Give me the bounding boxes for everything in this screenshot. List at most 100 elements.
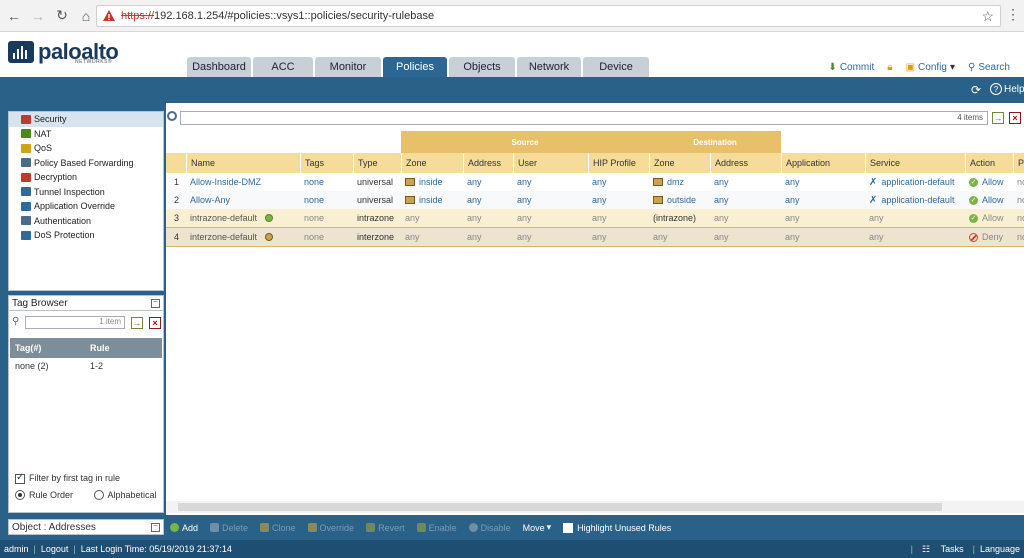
destination-address: any [714,213,729,223]
rule-name[interactable]: intrazone-default [186,209,300,227]
tab-dashboard[interactable]: Dashboard [187,57,251,77]
table-row[interactable]: 4 interzone-default none interzone any a… [166,227,1024,247]
refresh-icon[interactable]: ⟳ [969,83,983,97]
col-destination-zone[interactable]: Zone [649,153,710,173]
action-text: Allow [982,177,1004,187]
override-button[interactable]: Override [307,523,354,533]
radio-rule-order[interactable] [15,490,25,501]
source-address: any [467,232,482,242]
col-tag[interactable]: Tag(#) [10,338,85,358]
col-service[interactable]: Service [865,153,965,173]
revert-button[interactable]: Revert [366,523,405,533]
col-application[interactable]: Application [781,153,865,173]
tab-policies[interactable]: Policies [383,57,447,77]
col-hip-profile[interactable]: HIP Profile [588,153,649,173]
rule-name[interactable]: Allow-Inside-DMZ [186,173,300,191]
service-icon: ✗ [869,176,878,188]
rule-tags: none [304,195,325,205]
clear-filter-icon[interactable]: × [1009,112,1021,124]
filter-first-tag-option[interactable]: Filter by first tag in rule [15,472,163,484]
col-profile[interactable]: P [1013,153,1024,173]
table-row[interactable]: 3 intrazone-default none intrazone any a… [166,209,1024,227]
delete-button[interactable]: Delete [210,523,248,533]
service: any [869,232,884,242]
checkbox[interactable] [15,472,25,484]
sidebar-item-pbf[interactable]: Policy Based Forwarding [9,156,163,171]
sidebar-item-tunnel[interactable]: Tunnel Inspection [9,185,163,200]
rule-tags: none [304,232,325,242]
tab-device[interactable]: Device [583,57,649,77]
tag-search-input[interactable]: 1 item [25,316,125,329]
clear-filter-icon[interactable]: × [149,316,161,329]
application: any [785,195,800,205]
table-row[interactable]: none (2) 1-2 [10,358,162,374]
zone-icon [405,196,415,204]
tab-monitor[interactable]: Monitor [315,57,381,77]
minimize-icon[interactable]: − [151,523,160,532]
disable-button[interactable]: Disable [468,523,511,533]
col-destination-address[interactable]: Address [710,153,781,173]
minimize-icon[interactable]: − [151,299,160,308]
language-button[interactable]: Language [976,544,1024,554]
sidebar-item-security[interactable]: Security [9,112,163,127]
col-user[interactable]: User [513,153,588,173]
zone-icon [405,178,415,186]
col-source-zone[interactable]: Zone [401,153,463,173]
tasks-button[interactable]: ☷ Tasks [914,544,972,555]
rule-filter-input[interactable]: 4 items [180,111,988,125]
apply-filter-icon[interactable]: → [131,316,143,329]
sidebar-item-label: Decryption [34,172,78,183]
rule-name-text: intrazone-default [190,213,258,223]
tag-table: Tag(#) Rule none (2) 1-2 [10,338,162,374]
table-row[interactable]: 2 Allow-Any none universal inside any an… [166,191,1024,209]
col-tags[interactable]: Tags [300,153,353,173]
lock-button[interactable]: 🔒︎ [884,62,892,73]
sidebar-item-dos[interactable]: DoS Protection [9,228,163,243]
sidebar-item-authentication[interactable]: Authentication [9,214,163,229]
tab-network[interactable]: Network [517,57,581,77]
home-icon[interactable]: ⌂ [76,6,96,26]
help-button[interactable]: ? Help [990,83,1024,95]
tag-cell: none (2) [15,361,49,371]
radio-alphabetical[interactable] [93,490,104,501]
col-type[interactable]: Type [353,153,401,173]
enable-button[interactable]: Enable [416,523,457,533]
tab-objects[interactable]: Objects [449,57,515,77]
sidebar-item-nat[interactable]: NAT [9,127,163,142]
reload-icon[interactable]: ↻ [52,6,72,26]
sidebar-item-decryption[interactable]: Decryption [9,170,163,185]
forward-icon[interactable]: → [28,6,48,26]
apply-filter-icon[interactable]: → [992,112,1004,124]
sub-toolbar: ⟳ ? Help [0,77,1024,103]
bookmark-star-icon[interactable]: ☆ [981,8,994,25]
object-panel[interactable]: Object : Addresses − [8,519,164,535]
tab-acc[interactable]: ACC [253,57,313,77]
commit-button[interactable]: ⬇ Commit [825,62,874,73]
col-action[interactable]: Action [965,153,1013,173]
highlight-unused-toggle[interactable]: Highlight Unused Rules [563,522,671,533]
search-button[interactable]: ⚲ Search [965,62,1010,73]
rule-name[interactable]: Allow-Any [186,191,300,209]
browser-menu-icon[interactable]: ⋮ [1006,6,1020,23]
table-row[interactable]: 1 Allow-Inside-DMZ none universal inside… [166,173,1024,191]
checkbox[interactable] [563,522,574,533]
scrollbar-thumb[interactable] [178,503,942,511]
logout-link[interactable]: Logout [37,544,73,554]
col-source-address[interactable]: Address [463,153,513,173]
source-zone: inside [401,173,463,191]
source-user: any [517,195,532,205]
sidebar-item-qos[interactable]: QoS [9,141,163,156]
source-address: any [467,213,482,223]
rule-name[interactable]: interzone-default [186,228,300,246]
col-rule[interactable]: Rule [85,338,162,358]
left-panel: Security NAT QoS Policy Based Forwarding… [0,103,166,540]
add-button[interactable]: Add [170,523,198,533]
address-bar[interactable]: https:// 192.168.1.254/#policies::vsys1:… [96,5,1001,27]
sidebar-item-app-override[interactable]: Application Override [9,199,163,214]
back-icon[interactable]: ← [4,6,24,26]
horizontal-scrollbar[interactable] [166,501,1024,513]
clone-button[interactable]: Clone [260,523,296,533]
config-button[interactable]: ▣ Config ▾ [903,62,955,73]
move-button[interactable]: Move ▾ [523,522,552,533]
col-name[interactable]: Name [186,153,300,173]
